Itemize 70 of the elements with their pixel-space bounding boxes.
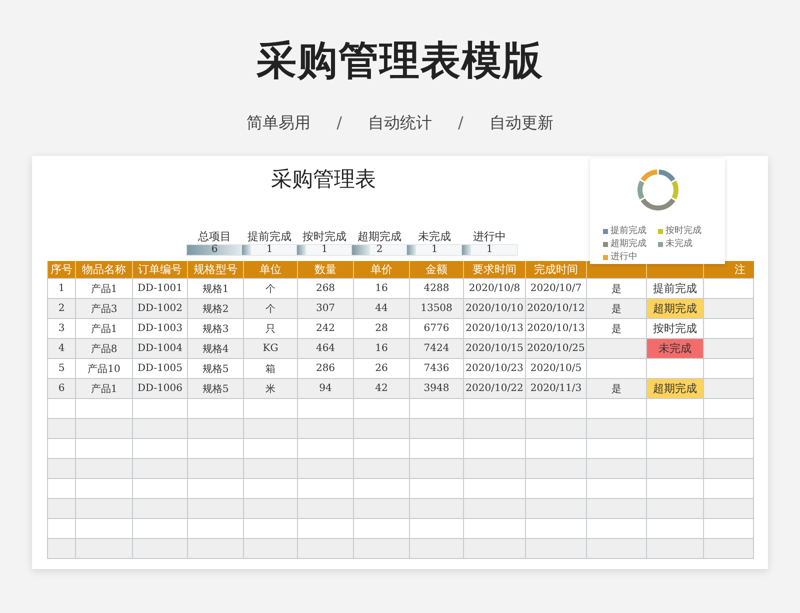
table-cell: 44 (354, 298, 410, 318)
separator: / (458, 112, 464, 134)
table-cell: 2020/10/22 (464, 378, 526, 398)
summary-value: 6 (211, 243, 218, 256)
table-cell: 2020/10/10 (464, 298, 526, 318)
column-header: 序号 (48, 261, 76, 278)
table-cell: 个 (244, 298, 298, 318)
tagline: 自动更新 (489, 112, 554, 134)
table-cell: KG (244, 338, 298, 358)
table-cell: 是 (586, 298, 646, 318)
column-header: 物品名称 (76, 261, 132, 278)
table-cell: 13508 (410, 298, 464, 318)
summary-label: 提前完成 (248, 230, 292, 244)
status-cell: 未完成 (646, 338, 704, 358)
summary-label: 按时完成 (302, 230, 346, 244)
summary-label: 未完成 (418, 230, 451, 244)
separator: / (336, 112, 342, 134)
table-cell: 2020/10/12 (526, 298, 586, 318)
table-cell: DD-1004 (132, 338, 188, 358)
table-cell: 产品8 (76, 338, 132, 358)
table-cell: 6 (48, 378, 76, 398)
column-header: 规格型号 (188, 261, 244, 278)
summary-label: 超期完成 (358, 230, 402, 244)
table-cell: 7424 (410, 338, 464, 358)
tagline: 自动统计 (368, 112, 432, 134)
legend-label: 未完成 (666, 239, 692, 250)
column-header: 单位 (244, 261, 298, 278)
sheet-title: 采购管理表 (271, 166, 376, 193)
column-header: 数量 (298, 261, 354, 278)
summary-value: 1 (321, 243, 328, 256)
table-cell: 产品3 (76, 298, 132, 318)
table-cell: DD-1006 (132, 378, 188, 398)
tagline: 简单易用 (246, 112, 311, 134)
table-cell: 规格4 (188, 338, 244, 358)
column-header: 单价 (354, 261, 410, 278)
column-header: 金额 (410, 261, 464, 278)
table-cell: 2 (48, 298, 76, 318)
page-title: 采购管理表模版 (256, 37, 544, 86)
summary-value: 2 (376, 243, 383, 256)
table-cell: 2020/10/25 (526, 338, 586, 358)
table-cell: 2020/10/15 (464, 338, 526, 358)
column-header: 完成时间 (526, 261, 586, 278)
table-cell: 1 (48, 278, 76, 298)
table-cell: 米 (244, 378, 298, 398)
legend-label: 进行中 (610, 252, 638, 263)
table-cell: 2020/11/3 (526, 378, 586, 398)
column-header: 订单编号 (132, 261, 188, 278)
summary-value: 1 (266, 243, 273, 256)
table-cell: 是 (586, 378, 646, 398)
summary-value: 1 (431, 243, 438, 256)
table-cell: 产品1 (76, 378, 132, 398)
table-cell: 规格5 (188, 378, 244, 398)
column-header: 要求时间 (464, 261, 526, 278)
table-cell: 42 (354, 378, 410, 398)
table-cell: 3948 (410, 378, 464, 398)
legend-label: 超期完成 (610, 239, 646, 250)
table-cell: 307 (298, 298, 354, 318)
table-cell: 规格2 (188, 298, 244, 318)
legend-label: 按时完成 (666, 226, 702, 237)
legend-label: 提前完成 (610, 226, 646, 237)
summary-label: 进行中 (473, 230, 506, 244)
table-cell: 94 (298, 378, 354, 398)
status-cell: 超期完成 (646, 378, 704, 398)
summary-label: 总项目 (198, 230, 231, 244)
table-cell: 464 (298, 338, 354, 358)
table-cell: DD-1002 (132, 298, 188, 318)
status-cell: 超期完成 (646, 298, 704, 318)
table-cell: 4 (48, 338, 76, 358)
table-cell: 16 (354, 338, 410, 358)
summary-value: 1 (486, 243, 493, 256)
